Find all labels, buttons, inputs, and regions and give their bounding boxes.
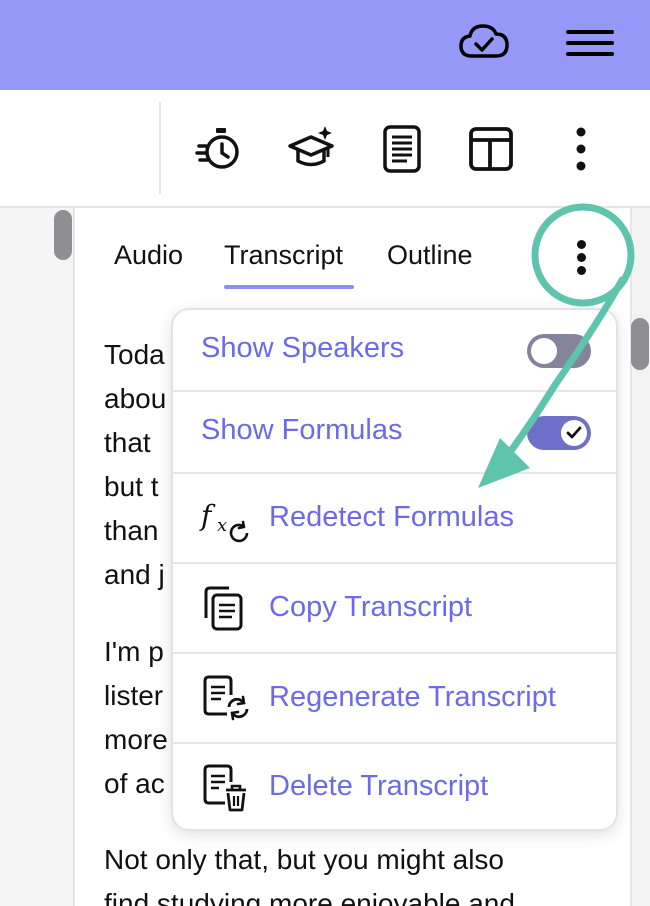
transcript-line: abou <box>104 383 167 414</box>
transcript-options-menu: Show Speakers Show Formulas f x Redetect… <box>171 308 618 831</box>
transcript-line: of ac <box>104 768 165 799</box>
more-vertical-icon[interactable] <box>556 124 606 174</box>
menu-item-label: Redetect Formulas <box>269 501 514 533</box>
transcript-options-icon[interactable] <box>572 238 592 278</box>
menu-item-label: Copy Transcript <box>269 591 473 623</box>
svg-text:x: x <box>217 515 227 536</box>
timer-icon[interactable] <box>195 124 245 174</box>
transcript-line: that <box>104 427 151 458</box>
menu-item-label: Show Formulas <box>201 414 403 446</box>
hamburger-icon[interactable] <box>562 24 616 60</box>
copy-document-icon <box>199 584 251 636</box>
svg-text:f: f <box>199 499 216 532</box>
tab-outline[interactable]: Outline <box>387 240 473 271</box>
transcript-line: Not only that, but you might also <box>104 844 504 875</box>
right-scrollbar-thumb[interactable] <box>631 318 649 370</box>
tab-transcript[interactable]: Transcript <box>224 240 343 271</box>
toolbar-divider <box>159 102 161 194</box>
transcript-line: but t <box>104 471 159 502</box>
menu-item-show-speakers[interactable]: Show Speakers <box>173 310 616 392</box>
show-speakers-toggle[interactable] <box>527 334 591 368</box>
menu-item-label: Delete Transcript <box>269 770 489 802</box>
transcript-line: than <box>104 515 159 546</box>
left-scrollbar-thumb[interactable] <box>54 210 72 260</box>
menu-item-copy-transcript[interactable]: Copy Transcript <box>173 564 616 654</box>
menu-item-regenerate-transcript[interactable]: Regenerate Transcript <box>173 654 616 744</box>
toolbar <box>0 90 650 208</box>
menu-item-show-formulas[interactable]: Show Formulas <box>173 392 616 474</box>
menu-item-label: Regenerate Transcript <box>269 681 556 713</box>
menu-item-redetect-formulas[interactable]: f x Redetect Formulas <box>173 474 616 564</box>
transcript-line: lister <box>104 680 164 711</box>
app-window: Audio Transcript Outline Toda abou that … <box>0 0 650 906</box>
graduation-cap-sparkle-icon[interactable] <box>287 124 337 174</box>
menu-item-label: Show Speakers <box>201 332 405 364</box>
layout-icon[interactable] <box>466 124 516 174</box>
formula-refresh-icon: f x <box>199 493 251 545</box>
transcript-line: find studying more enjoyable and <box>104 888 515 906</box>
tab-audio[interactable]: Audio <box>114 240 183 271</box>
show-formulas-toggle[interactable] <box>527 416 591 450</box>
top-bar <box>0 0 650 90</box>
document-refresh-icon <box>199 673 251 725</box>
left-panel-edge <box>0 208 75 906</box>
check-icon <box>566 426 582 439</box>
transcript-line: Toda <box>104 339 165 370</box>
right-scrollbar-track[interactable] <box>630 208 650 906</box>
cloud-check-icon[interactable] <box>458 20 510 68</box>
document-icon[interactable] <box>377 124 427 174</box>
transcript-line: more <box>104 724 168 755</box>
transcript-line: and j <box>104 559 165 590</box>
active-tab-indicator <box>224 285 354 289</box>
transcript-line: I'm p <box>104 636 164 667</box>
menu-item-delete-transcript[interactable]: Delete Transcript <box>173 744 616 829</box>
document-trash-icon <box>199 762 251 814</box>
